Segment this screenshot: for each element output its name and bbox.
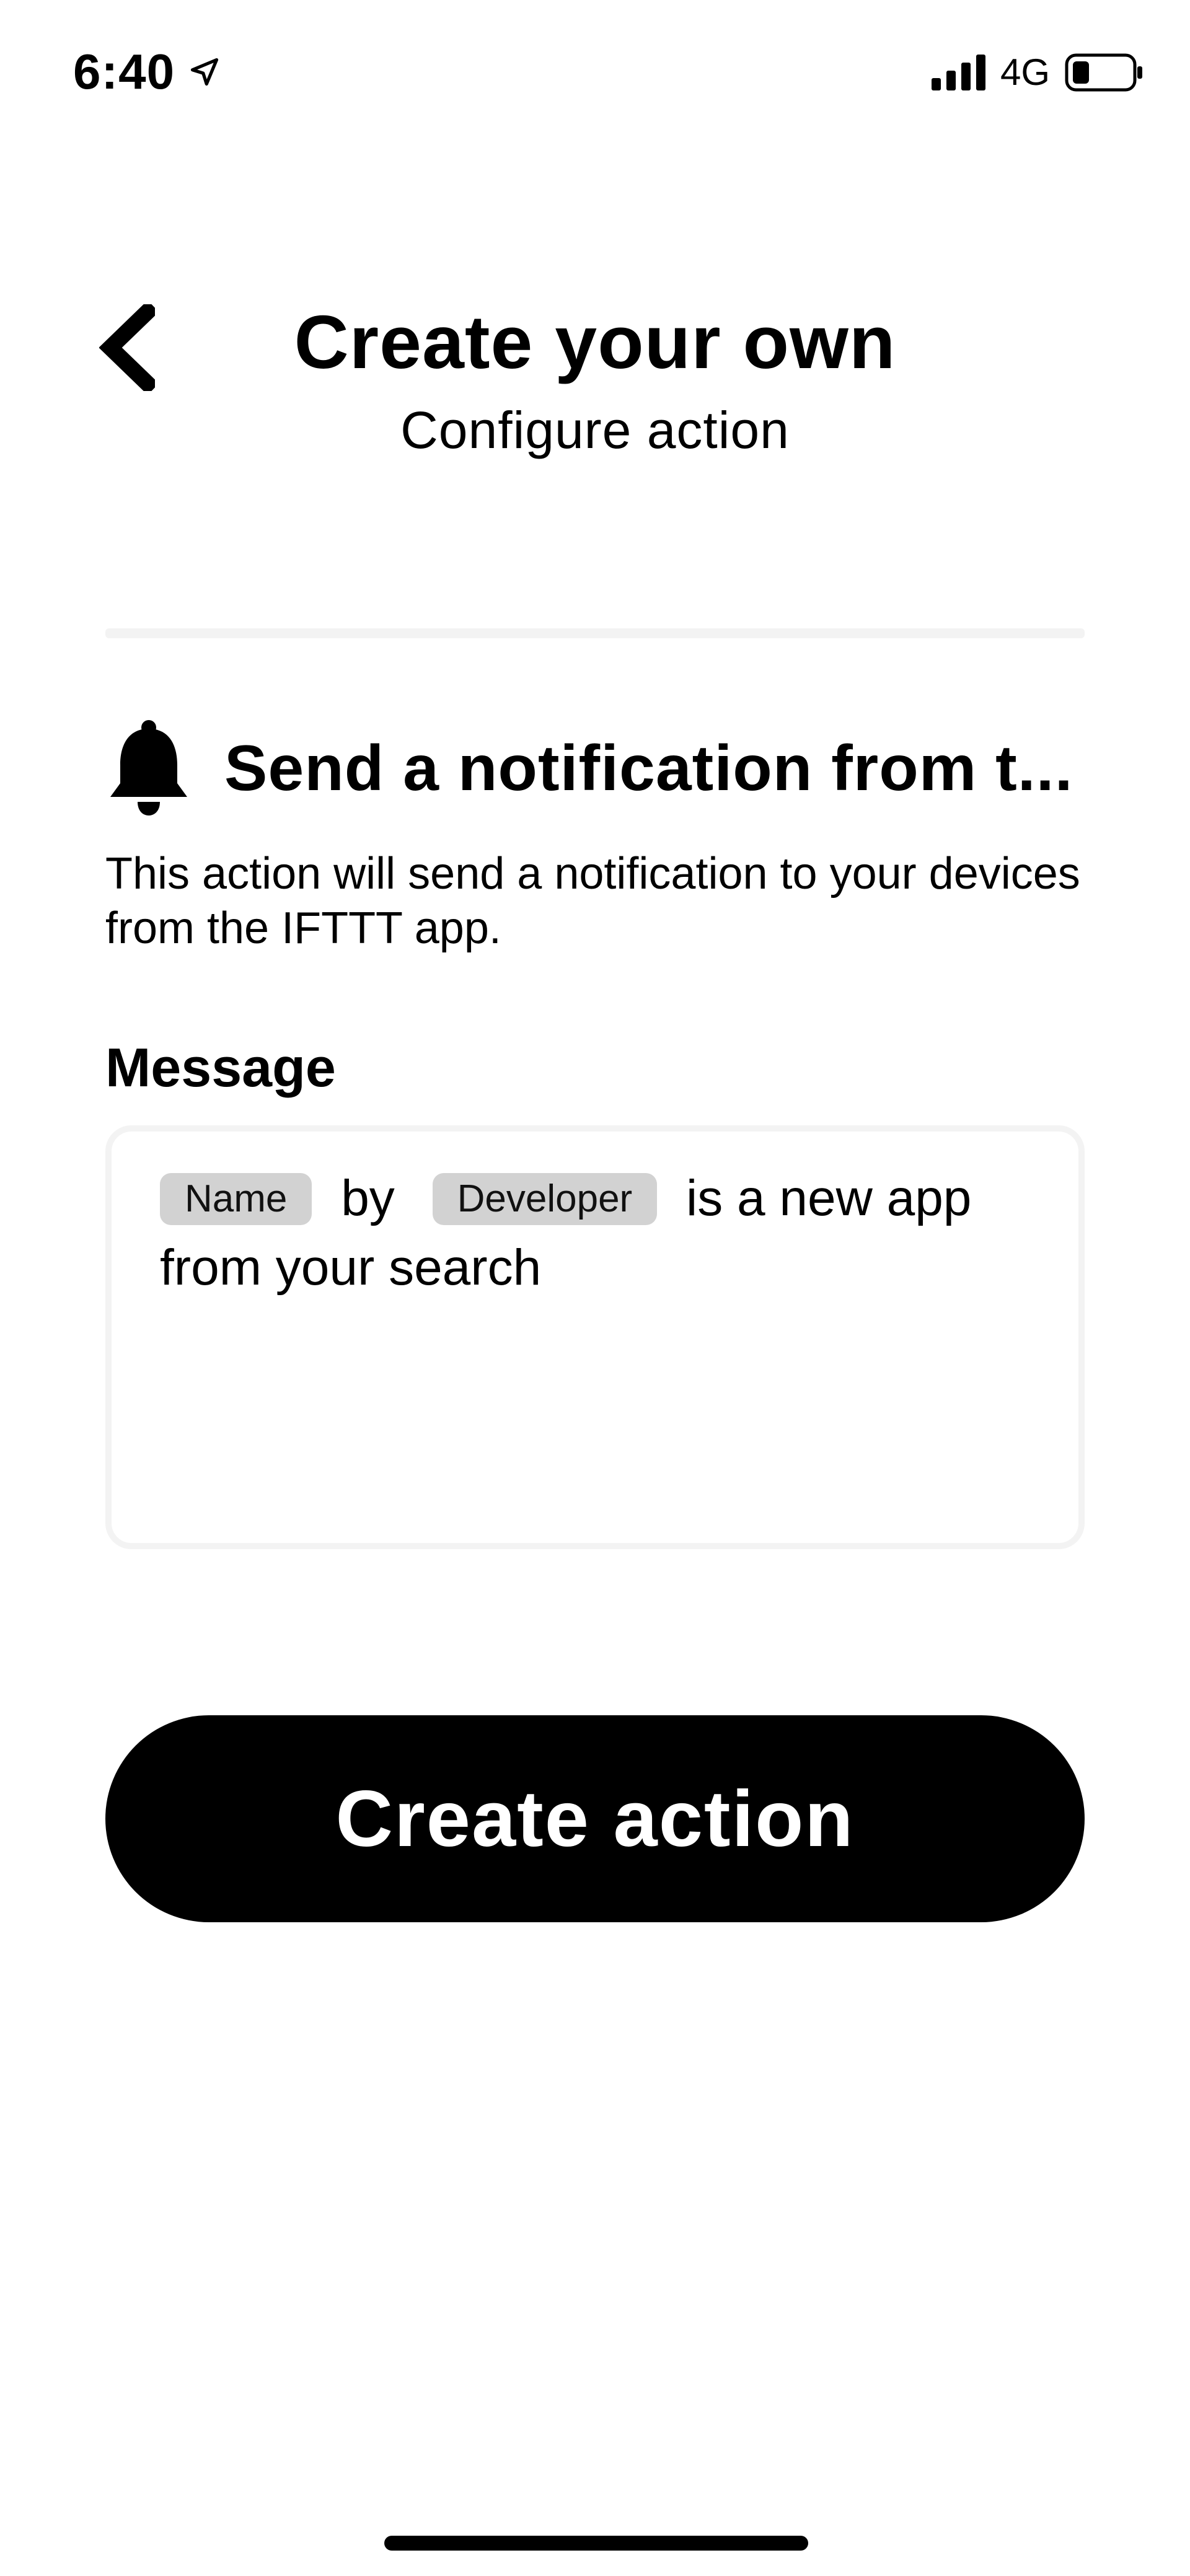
action-title: Send a notification from t... bbox=[224, 732, 1073, 804]
bell-icon bbox=[105, 719, 192, 818]
network-type-label: 4G bbox=[1000, 51, 1050, 93]
page-subtitle: Configure action bbox=[400, 401, 790, 459]
action-header: Send a notification from t... bbox=[105, 719, 1091, 818]
message-field-label: Message bbox=[105, 1037, 336, 1098]
signal-bars-icon bbox=[931, 54, 985, 90]
create-action-button[interactable]: Create action bbox=[105, 1715, 1085, 1922]
action-description: This action will send a notification to … bbox=[105, 849, 1080, 953]
home-indicator[interactable] bbox=[384, 2536, 808, 2551]
ingredient-chip-developer[interactable]: Developer bbox=[432, 1173, 658, 1225]
status-bar-indicators: 4G bbox=[931, 51, 1144, 94]
page-title: Create your own bbox=[294, 300, 896, 384]
header-divider bbox=[105, 628, 1085, 638]
message-text-segment: by bbox=[341, 1170, 395, 1226]
time-label: 6:40 bbox=[73, 44, 175, 99]
battery-icon bbox=[1065, 53, 1144, 92]
location-arrow-icon bbox=[188, 56, 221, 88]
status-bar-time: 6:40 bbox=[73, 43, 221, 100]
ingredient-chip-name[interactable]: Name bbox=[160, 1173, 312, 1225]
message-field[interactable]: Name by Developer is a new app from your… bbox=[105, 1125, 1085, 1549]
